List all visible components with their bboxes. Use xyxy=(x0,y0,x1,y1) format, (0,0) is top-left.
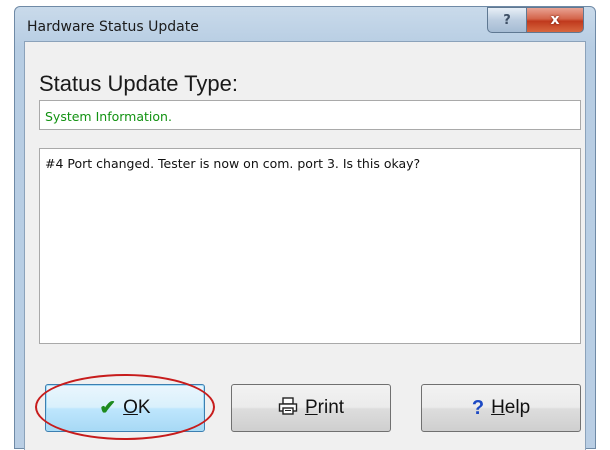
status-type-heading: Status Update Type: xyxy=(39,71,238,96)
status-type-field[interactable]: System Information. xyxy=(39,100,581,130)
print-button[interactable]: Print xyxy=(231,384,391,432)
dialog-client-area: Status Update Type: System Information. … xyxy=(24,41,586,450)
help-label-rest: elp xyxy=(504,397,531,418)
print-label-rest: rint xyxy=(317,397,345,418)
help-mnemonic: H xyxy=(491,397,505,418)
help-button-label: Help xyxy=(491,397,530,419)
ok-label-rest: K xyxy=(137,397,151,418)
print-button-label: Print xyxy=(305,397,344,419)
window-title: Hardware Status Update xyxy=(27,19,199,35)
dialog-window: Hardware Status Update ? x Status Update… xyxy=(14,6,596,450)
help-button[interactable]: ? Help xyxy=(421,384,581,432)
question-icon: ? xyxy=(471,397,485,419)
question-icon: ? xyxy=(503,12,511,28)
printer-icon xyxy=(278,397,298,419)
ok-button-label: OK xyxy=(123,397,150,419)
caption-help-button[interactable]: ? xyxy=(487,7,527,33)
ok-button[interactable]: ✔ OK xyxy=(45,384,205,432)
title-bar[interactable]: Hardware Status Update ? x xyxy=(15,7,595,41)
checkmark-icon: ✔ xyxy=(99,397,117,419)
print-mnemonic: P xyxy=(304,397,318,418)
close-button[interactable]: x xyxy=(526,7,584,33)
ok-mnemonic: O xyxy=(123,397,138,418)
status-message-text[interactable]: #4 Port changed. Tester is now on com. p… xyxy=(39,148,581,344)
close-icon: x xyxy=(550,12,560,28)
